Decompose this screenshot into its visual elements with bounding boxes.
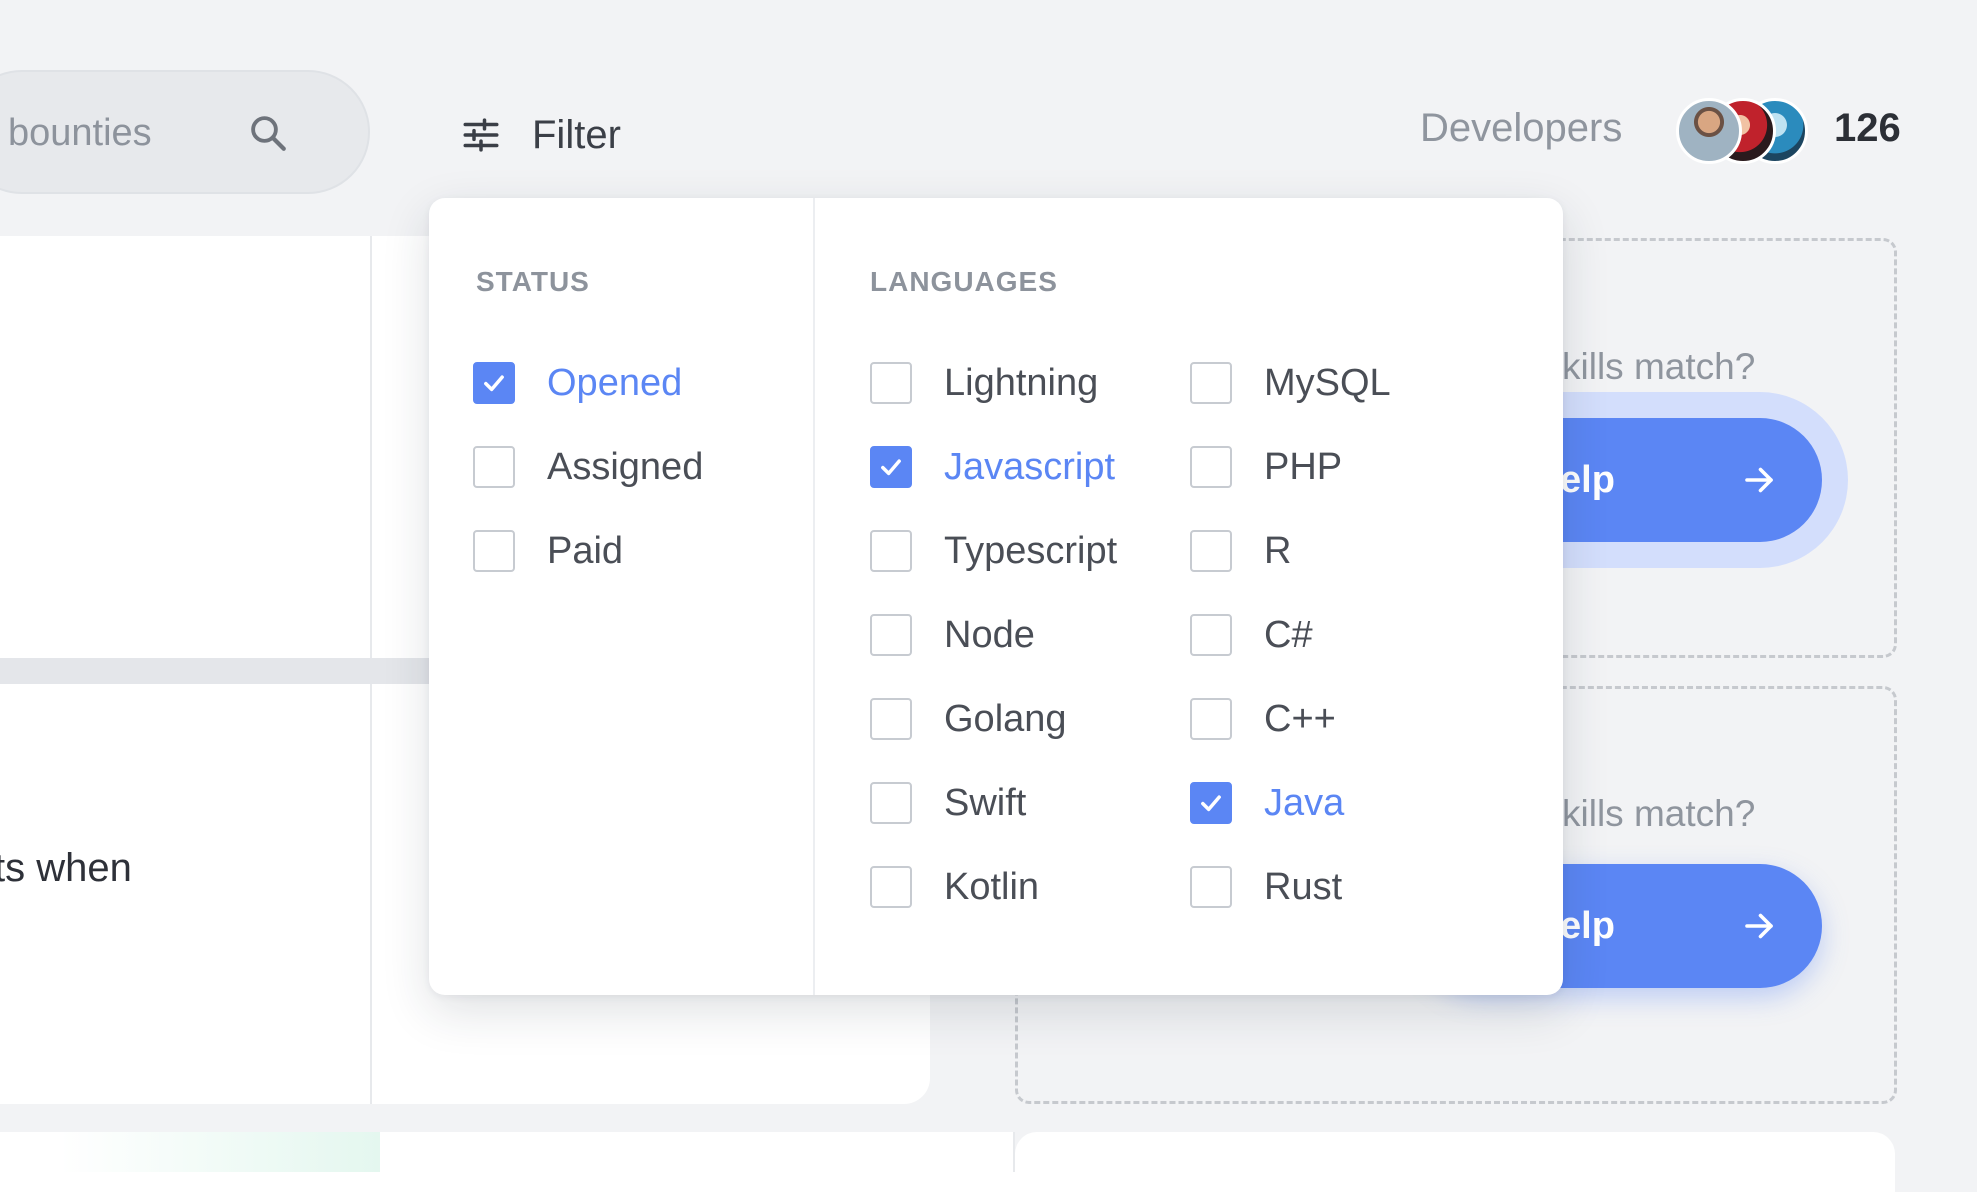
status-option-opened[interactable]: Opened [473,353,682,413]
option-label: Opened [547,361,683,404]
arrow-right-icon [1745,467,1773,493]
language-option-java[interactable]: Java [1190,773,1344,833]
checkbox[interactable] [473,446,515,488]
checkbox[interactable] [870,698,912,740]
checkbox[interactable] [1190,362,1232,404]
language-option-golang[interactable]: Golang [870,689,1067,749]
option-label: Java [1264,781,1345,824]
checkbox[interactable] [870,866,912,908]
arrow-right-icon [1745,913,1773,939]
languages-section-title: LANGUAGES [870,266,1058,297]
option-label: Javascript [944,445,1116,488]
checkbox[interactable] [1190,446,1232,488]
option-label: Typescript [944,529,1118,572]
checkbox[interactable] [1190,782,1232,824]
option-label: Kotlin [944,865,1040,908]
checkbox[interactable] [473,362,515,404]
skills-match-question: kills match? [1562,346,1756,387]
filter-button[interactable]: Filter [460,100,621,170]
language-option-kotlin[interactable]: Kotlin [870,857,1039,917]
filter-dropdown: STATUS LANGUAGES Opened Assigned Paid Li… [429,198,1563,995]
checkbox[interactable] [870,782,912,824]
language-option-r[interactable]: R [1190,521,1291,581]
search-input[interactable] [6,72,270,194]
option-label: PHP [1264,445,1343,488]
language-option-typescript[interactable]: Typescript [870,521,1117,581]
checkbox[interactable] [870,362,912,404]
bounty-card[interactable] [1015,1132,1895,1192]
card-divider [370,236,372,658]
search-bar[interactable] [0,70,370,194]
sliders-icon [463,118,499,152]
option-label: Swift [944,781,1027,824]
checkbox[interactable] [870,530,912,572]
language-option-lightning[interactable]: Lightning [870,353,1098,413]
card-decoration [60,1132,380,1172]
bounty-card[interactable] [0,236,432,658]
language-option-rust[interactable]: Rust [1190,857,1342,917]
dropdown-divider [813,198,815,995]
developers-count: 126 [1834,106,1901,150]
developer-avatars[interactable] [1676,98,1810,168]
option-label: Lightning [944,361,1099,404]
option-label: Golang [944,697,1067,740]
language-option-node[interactable]: Node [870,605,1035,665]
option-label: MySQL [1264,361,1391,404]
language-option-php[interactable]: PHP [1190,437,1342,497]
option-label: Node [944,613,1035,656]
skills-match-question: kills match? [1562,793,1756,834]
bounty-card-text: ts when [0,846,132,890]
checkbox[interactable] [1190,530,1232,572]
option-label: R [1264,529,1292,572]
language-option-mysql[interactable]: MySQL [1190,353,1391,413]
search-icon[interactable] [247,112,289,154]
option-label: Paid [547,529,624,572]
language-option-javascript[interactable]: Javascript [870,437,1115,497]
filter-label: Filter [532,112,621,157]
checkbox[interactable] [870,614,912,656]
card-separator [0,658,490,684]
developers-label: Developers [1420,106,1623,150]
language-option-cpp[interactable]: C++ [1190,689,1336,749]
option-label: Assigned [547,445,704,488]
checkmark-icon [1201,795,1221,812]
status-option-assigned[interactable]: Assigned [473,437,703,497]
option-label: C# [1264,613,1313,656]
checkbox[interactable] [870,446,912,488]
checkmark-icon [881,459,901,476]
checkbox[interactable] [473,530,515,572]
option-label: C++ [1264,697,1336,740]
language-option-csharp[interactable]: C# [1190,605,1313,665]
checkbox[interactable] [1190,614,1232,656]
avatar[interactable] [1676,98,1742,164]
checkmark-icon [484,375,504,392]
language-option-swift[interactable]: Swift [870,773,1026,833]
checkbox[interactable] [1190,698,1232,740]
option-label: Rust [1264,865,1343,908]
checkbox[interactable] [1190,866,1232,908]
card-divider [370,684,372,1104]
status-section-title: STATUS [476,266,590,297]
status-option-paid[interactable]: Paid [473,521,623,581]
